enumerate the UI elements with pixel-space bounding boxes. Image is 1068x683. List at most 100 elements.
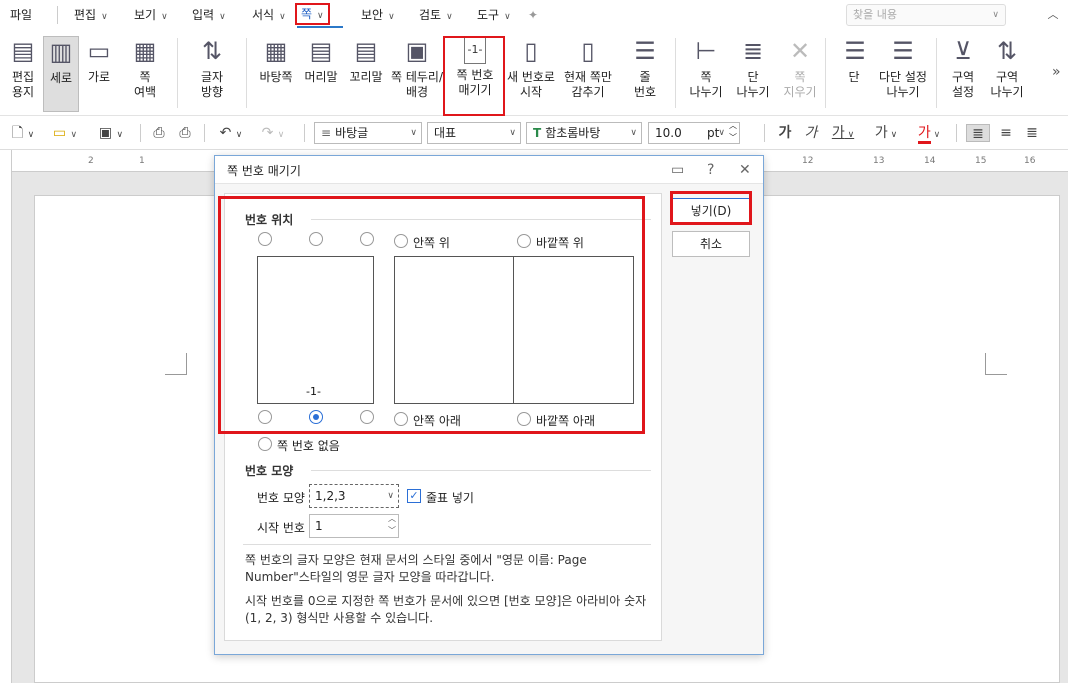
align-justify-icon[interactable]: ≣ bbox=[966, 124, 990, 142]
cancel-button[interactable]: 취소 bbox=[672, 231, 750, 257]
ribbon-label: 나누기 bbox=[886, 85, 920, 99]
dialog-title-bar: 쪽 번호 매기기 ▭ ? ✕ bbox=[215, 156, 763, 184]
search-box[interactable]: 찾을 내용 ∨ bbox=[846, 4, 1006, 26]
style-select[interactable]: ≡ 바탕글 ∨ bbox=[314, 122, 422, 144]
insert-highlight bbox=[670, 191, 752, 225]
vertical-ruler[interactable] bbox=[0, 150, 12, 683]
menu-security[interactable]: 보안 ∨ bbox=[361, 5, 395, 25]
menu-review[interactable]: 검토 ∨ bbox=[419, 5, 453, 25]
ribbon-label: 새 번호로 bbox=[507, 70, 555, 84]
ruler-mark: 12 bbox=[802, 156, 814, 166]
ribbon-delpage-button[interactable]: ✕ 쪽 지우기 bbox=[780, 36, 820, 112]
chevron-down-icon: ∨ bbox=[219, 12, 226, 22]
ribbon-label: 다단 설정 bbox=[879, 70, 927, 84]
ribbon-columns-button[interactable]: ☰ 단 bbox=[840, 36, 868, 112]
menu-divider bbox=[57, 6, 58, 24]
radio-no-number[interactable] bbox=[258, 437, 272, 451]
menu-file[interactable]: 파일 bbox=[10, 5, 32, 25]
ribbon-label: 구역 bbox=[995, 70, 1019, 84]
ribbon-label: 쪽 테두리/ bbox=[390, 70, 444, 84]
menu-format-label: 서식 bbox=[252, 8, 275, 22]
ribbon-pagebreak-button[interactable]: ⊢ 쪽 나누기 bbox=[686, 36, 726, 112]
italic-button[interactable]: 가 bbox=[804, 124, 818, 142]
ribbon-label: 쪽 bbox=[139, 70, 151, 84]
ribbon-label: 나누기 bbox=[990, 85, 1024, 99]
font-size-value: 10.0 bbox=[655, 126, 682, 140]
ribbon-sectionbreak-button[interactable]: ⇅ 구역 나누기 bbox=[986, 36, 1028, 112]
shape-label: 번호 모양 bbox=[257, 491, 305, 505]
ribbon-multicol-button[interactable]: ☰ 다단 설정 나누기 bbox=[874, 36, 932, 112]
toolbar-divider bbox=[304, 124, 305, 142]
menu-edit-label: 편집 bbox=[74, 8, 97, 22]
page-setup-icon: ▤ bbox=[11, 37, 35, 65]
ribbon-linenum-button[interactable]: ☰ 줄 번호 bbox=[625, 36, 665, 112]
comment-icon[interactable]: ▭ bbox=[671, 162, 684, 178]
ribbon-footer-button[interactable]: ▤ 꼬리말 bbox=[346, 36, 386, 112]
ribbon-landscape-button[interactable]: ▭ 가로 bbox=[82, 36, 116, 112]
redo-icon[interactable]: ↷ ∨ bbox=[258, 124, 288, 142]
extension-icon[interactable]: ✦ bbox=[528, 5, 538, 25]
ribbon-paper-button[interactable]: ▤ 편집 용지 bbox=[6, 36, 40, 112]
align-left-icon[interactable]: ≡ bbox=[996, 124, 1016, 142]
ribbon-header-button[interactable]: ▤ 머리말 bbox=[301, 36, 341, 112]
dash-checkbox[interactable]: ✓ bbox=[407, 489, 421, 503]
section-break-icon: ⇅ bbox=[996, 37, 1018, 65]
ribbon-more-icon[interactable]: » bbox=[1052, 64, 1061, 80]
underline-button[interactable]: 가 ∨ bbox=[828, 124, 858, 142]
ribbon-portrait-button[interactable]: ▥ 세로 bbox=[43, 36, 79, 112]
align-center-icon[interactable]: ≣ bbox=[1022, 124, 1042, 142]
open-folder-icon[interactable]: ▭ ∨ bbox=[50, 124, 80, 142]
collapse-ribbon-icon[interactable]: ︿ bbox=[1044, 6, 1062, 24]
ribbon-textdir-button[interactable]: ⇅ 글자 방향 bbox=[190, 36, 234, 112]
ribbon-section-button[interactable]: ⊻ 구역 설정 bbox=[943, 36, 983, 112]
delete-page-icon: ✕ bbox=[789, 37, 811, 65]
menu-view[interactable]: 보기 ∨ bbox=[134, 5, 168, 25]
ribbon-divider bbox=[246, 38, 247, 108]
menu-bar: 파일 편집 ∨ 보기 ∨ 입력 ∨ 서식 ∨ 쪽 ∨ 보안 ∨ 검토 ∨ 도구 ∨ ✦ 찾을 내… bbox=[0, 0, 1068, 30]
ribbon-hide-button[interactable]: ▯ 현재 쪽만 감추기 bbox=[560, 36, 616, 112]
ribbon-newnum-button[interactable]: ▯ 새 번호로 시작 bbox=[505, 36, 557, 112]
font-type-icon: T bbox=[533, 126, 542, 140]
menu-edit[interactable]: 편집 ∨ bbox=[74, 5, 108, 25]
page-corner-mark bbox=[165, 353, 187, 375]
chevron-down-icon: ∨ bbox=[718, 128, 725, 138]
new-document-icon[interactable]: 🗋 ∨ bbox=[8, 124, 38, 142]
ribbon-label: 나누기 bbox=[736, 85, 770, 99]
underline-label: 가 bbox=[831, 125, 845, 141]
menu-tools[interactable]: 도구 ∨ bbox=[477, 5, 511, 25]
ribbon-divider bbox=[825, 38, 826, 108]
close-icon[interactable]: ✕ bbox=[739, 162, 751, 178]
menu-format[interactable]: 서식 ∨ bbox=[252, 5, 286, 25]
ribbon-label: 쪽 bbox=[700, 70, 712, 84]
ribbon-divider bbox=[675, 38, 676, 108]
print-preview-icon[interactable]: ⎙ bbox=[176, 124, 194, 142]
save-icon[interactable]: ▣ ∨ bbox=[94, 124, 128, 142]
language-select[interactable]: 대표 ∨ bbox=[427, 122, 521, 144]
ribbon-label: 글자 bbox=[200, 70, 224, 84]
ribbon-colbreak-button[interactable]: ≣ 단 나누기 bbox=[733, 36, 773, 112]
ribbon-border-button[interactable]: ▣ 쪽 테두리/배경 bbox=[390, 36, 444, 112]
print-icon[interactable]: ⎙ bbox=[150, 124, 168, 142]
menu-page[interactable]: 쪽 ∨ bbox=[295, 3, 330, 25]
ribbon-label: 바탕쪽 bbox=[259, 70, 293, 84]
portrait-icon: ▥ bbox=[49, 38, 73, 66]
undo-icon[interactable]: ↶ ∨ bbox=[216, 124, 246, 142]
shape-select[interactable]: 1,2,3 ∨ bbox=[309, 484, 399, 508]
font-color-button[interactable]: 가 ∨ bbox=[912, 124, 946, 144]
bold-button[interactable]: 가 bbox=[778, 124, 792, 142]
spin-icon[interactable]: ︿ ﹀ bbox=[729, 120, 737, 144]
ribbon-label: 감추기 bbox=[571, 85, 605, 99]
ribbon-watermark-button[interactable]: ▦ 바탕쪽 bbox=[256, 36, 296, 112]
start-number-input[interactable]: 1 ︿ ﹀ bbox=[309, 514, 399, 538]
ribbon-label: 단 bbox=[747, 70, 759, 84]
font-size-input[interactable]: 10.0 pt ∨ ︿ ﹀ bbox=[648, 120, 740, 144]
menu-insert[interactable]: 입력 ∨ bbox=[192, 5, 226, 25]
help-icon[interactable]: ? bbox=[707, 162, 714, 178]
strikethrough-button[interactable]: 가 ∨ bbox=[870, 124, 902, 142]
ribbon-margin-button[interactable]: ▦ 쪽 여백 bbox=[126, 36, 164, 112]
spin-icon[interactable]: ︿ ﹀ bbox=[388, 513, 396, 537]
font-select[interactable]: T 함초롬바탕 ∨ bbox=[526, 122, 642, 144]
ribbon-label: 편집 bbox=[11, 70, 35, 84]
ruler-mark: 15 bbox=[975, 156, 987, 166]
page-number-dialog: 쪽 번호 매기기 ▭ ? ✕ 번호 위치 안쪽 위 바깥쪽 위 -1- 안쪽 아… bbox=[214, 155, 764, 655]
